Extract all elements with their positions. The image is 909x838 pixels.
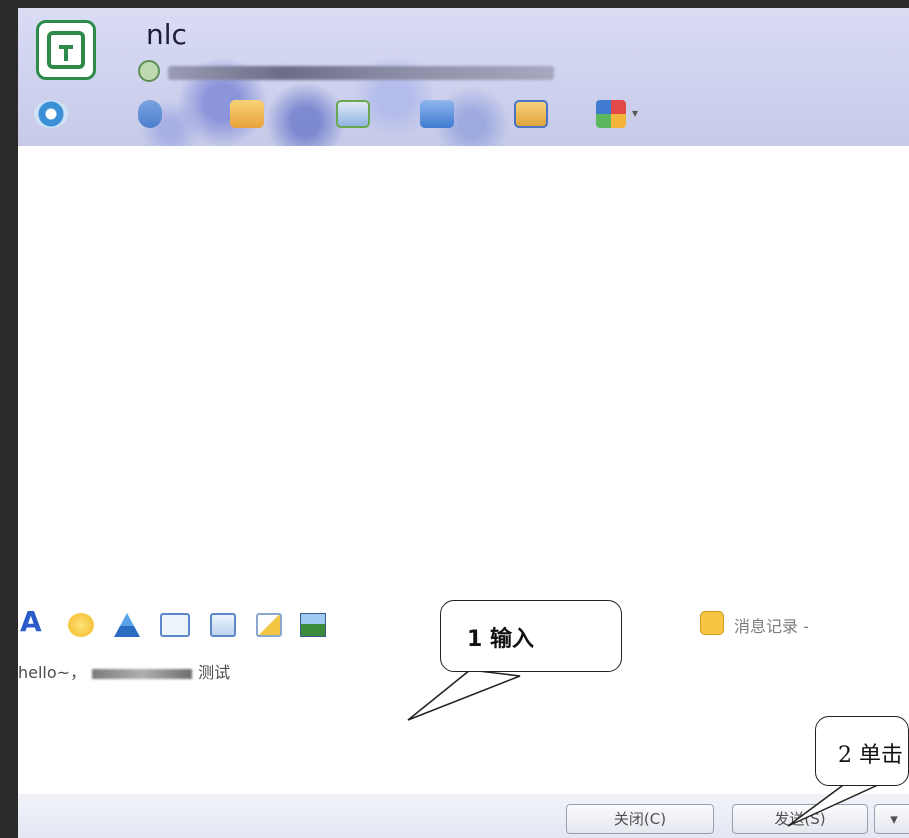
message-history-area[interactable]	[18, 146, 909, 601]
video-eye-icon[interactable]	[34, 100, 68, 128]
callout-step-2: 2 单击	[815, 716, 909, 786]
send-options-button[interactable]: ▾	[874, 804, 909, 834]
magic-icon[interactable]	[114, 613, 140, 637]
contact-avatar[interactable]	[36, 20, 96, 80]
share-screen-icon[interactable]	[420, 100, 454, 128]
remote-assist-icon[interactable]	[336, 100, 370, 128]
callout-step-1-text: 1 输入	[467, 627, 534, 652]
image-icon[interactable]	[300, 613, 326, 637]
microphone-icon[interactable]	[138, 100, 162, 128]
callout-step-1: 1 输入	[440, 600, 622, 672]
contact-name[interactable]: nlc	[146, 18, 187, 51]
callout-step-2-text: 2 单击	[838, 743, 903, 768]
doodle-icon[interactable]	[256, 613, 282, 637]
input-text: hello~， 测试	[18, 659, 230, 683]
font-icon[interactable]: A	[20, 605, 42, 638]
input-text-end: 测试	[198, 663, 231, 682]
signature-text-redacted	[168, 66, 554, 80]
avatar-logo-stroke	[64, 45, 68, 61]
emoji-icon[interactable]	[68, 613, 94, 637]
send-button[interactable]: 发送(S)	[732, 804, 868, 834]
send-folder-icon[interactable]	[514, 100, 548, 128]
apps-grid-icon[interactable]	[596, 100, 626, 128]
message-input[interactable]: hello~， 测试	[18, 651, 909, 794]
signature-icon	[138, 60, 160, 82]
header-background-art	[108, 36, 628, 146]
input-text-redacted	[92, 668, 193, 679]
message-history-button[interactable]: 消息记录 -	[734, 613, 809, 637]
music-icon[interactable]	[210, 613, 236, 637]
bottom-action-bar: 关闭(C) 发送(S) ▾	[18, 794, 909, 838]
close-button[interactable]: 关闭(C)	[566, 804, 714, 834]
input-text-start: hello~，	[18, 663, 87, 682]
message-history-icon[interactable]	[700, 611, 724, 635]
send-file-icon[interactable]	[230, 100, 264, 128]
screenshot-icon[interactable]	[160, 613, 190, 637]
apps-dropdown-icon[interactable]: ▾	[632, 106, 638, 120]
chat-window: nlc ▾ A 消息记录 - hello~， 测试 关闭(C) 发送(S) ▾	[18, 8, 909, 838]
chat-header: nlc ▾	[18, 8, 909, 146]
